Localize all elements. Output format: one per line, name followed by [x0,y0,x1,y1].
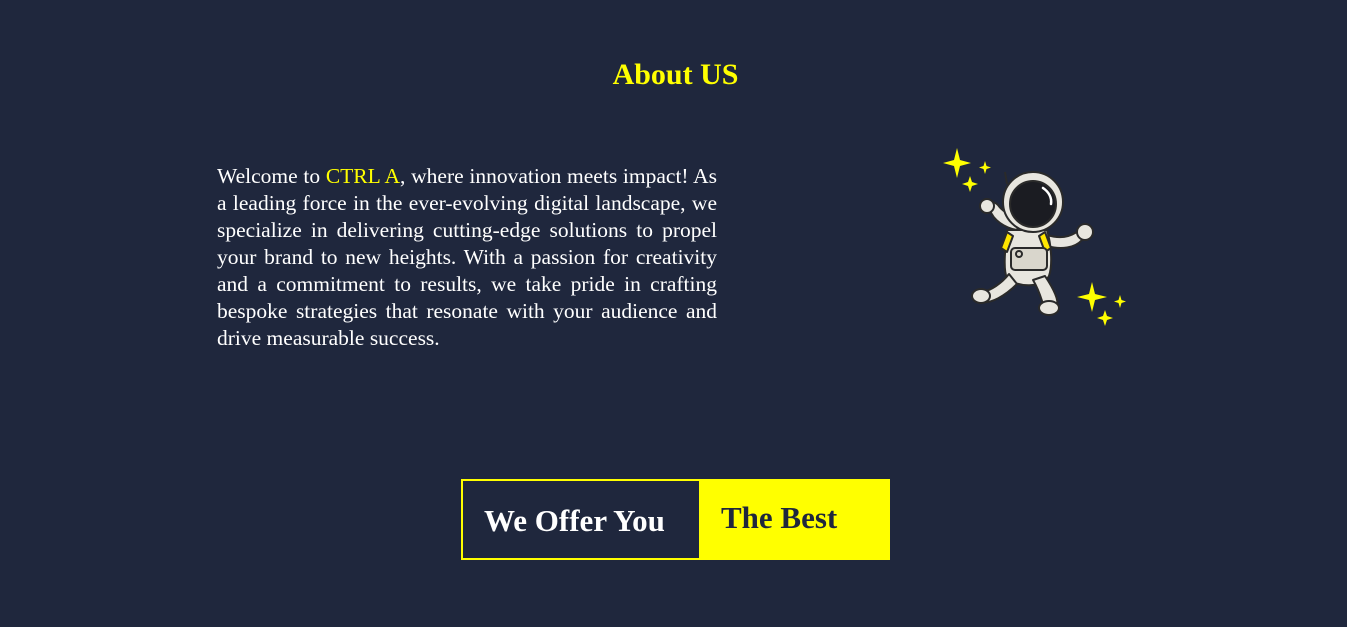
offer-banner: We Offer You The Best [461,479,890,560]
about-description: Welcome to CTRL A, where innovation meet… [217,163,717,352]
about-section: About US Welcome to CTRL A, where innova… [0,0,1347,627]
sparkle-icon [943,148,991,192]
about-title: About US [612,58,739,91]
intro-prefix: Welcome to [217,164,326,188]
astronaut-icon [943,148,1126,326]
offer-left-label: We Offer You [461,479,699,560]
offer-right-label: The Best [699,479,890,560]
intro-rest: , where innovation meets impact! As a le… [217,164,717,350]
sparkle-icon [1077,282,1126,326]
brand-name: CTRL A [325,164,401,188]
